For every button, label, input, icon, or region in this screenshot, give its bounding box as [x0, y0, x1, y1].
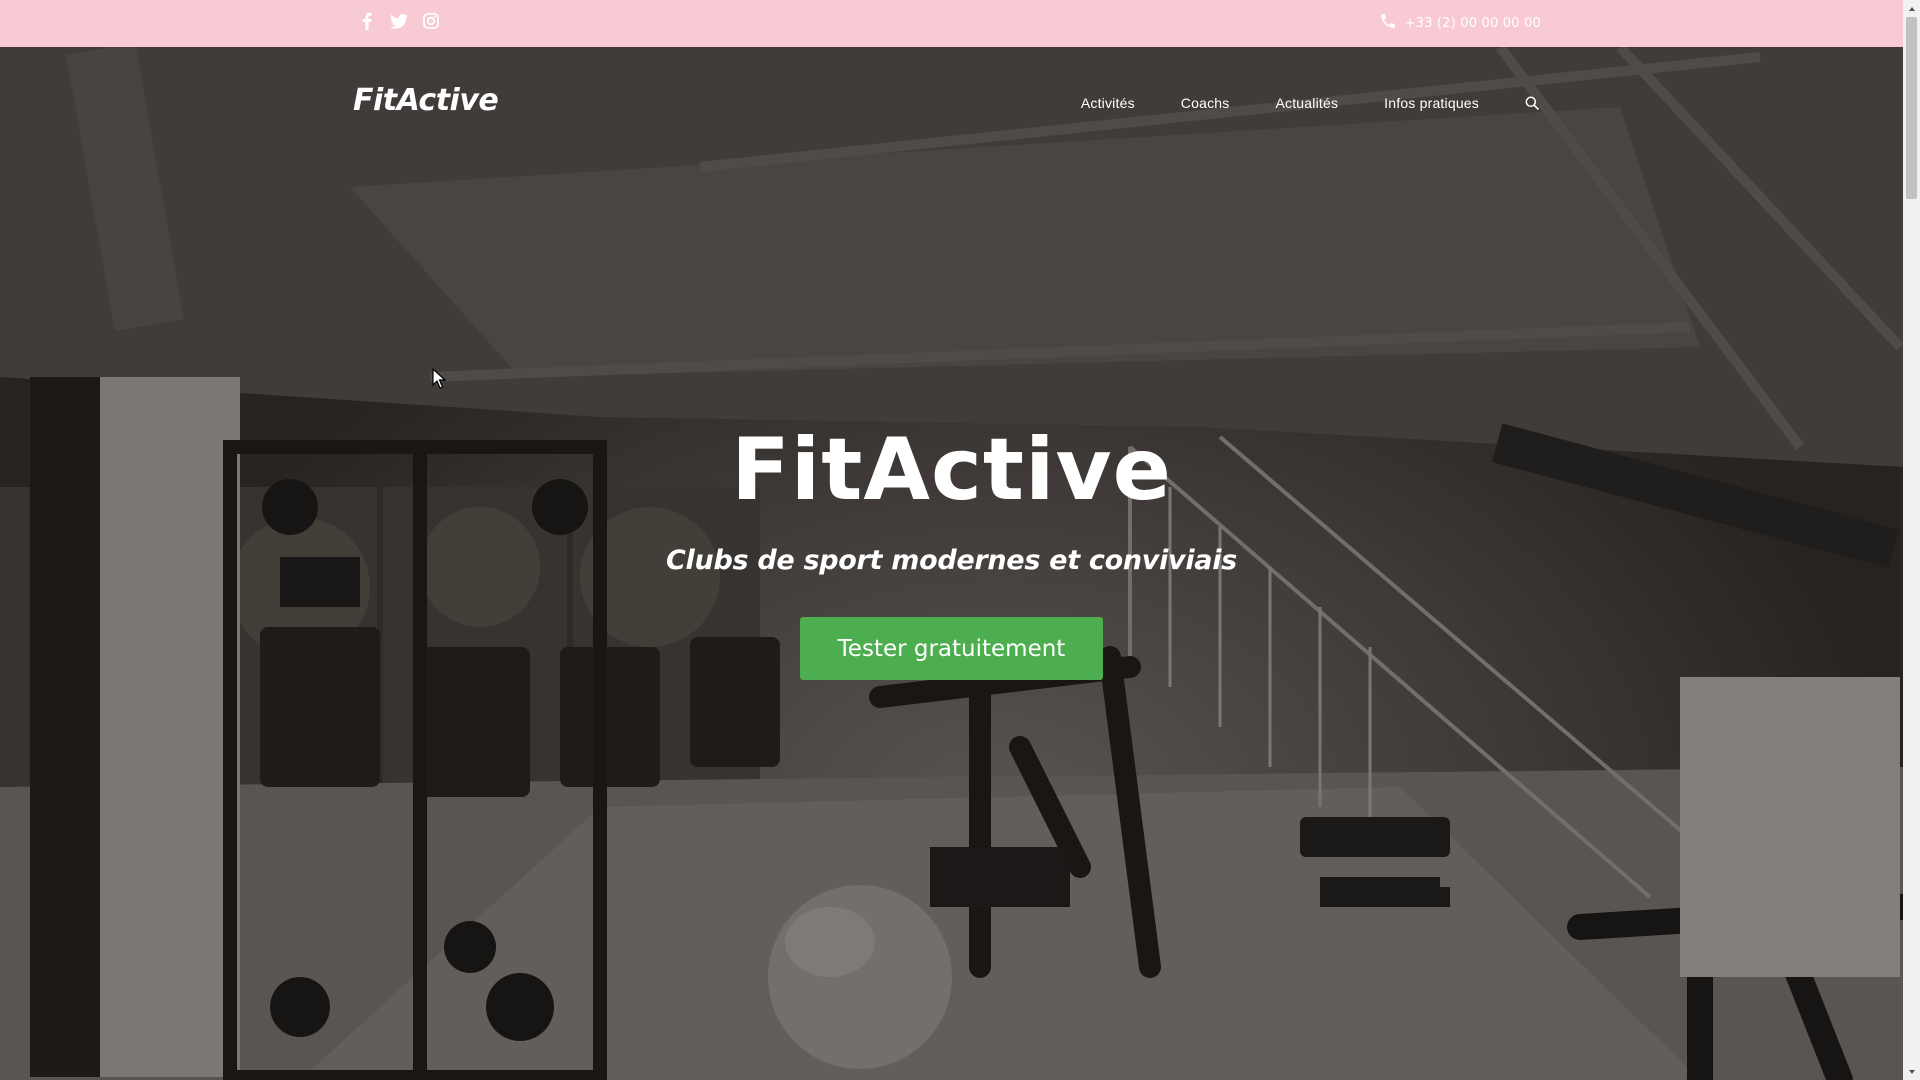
nav-item-actualites[interactable]: Actualités — [1275, 95, 1338, 111]
tester-gratuitement-button[interactable]: Tester gratuitement — [800, 617, 1103, 680]
scroll-up-icon[interactable] — [1903, 0, 1920, 17]
main-nav: Activités Coachs Actualités Infos pratiq… — [1035, 95, 1541, 111]
nav-item-coachs[interactable]: Coachs — [1181, 95, 1230, 111]
contact-phone: +33 (2) 00 00 00 00 — [1379, 12, 1541, 34]
hero-subtitle: Clubs de sport modernes et conviviais — [666, 545, 1237, 576]
scroll-down-icon[interactable] — [1903, 1063, 1920, 1080]
hero-title: FitActive — [731, 420, 1172, 520]
mouse-cursor-icon — [432, 368, 446, 389]
top-bar: +33 (2) 00 00 00 00 — [0, 0, 1903, 47]
phone-icon — [1379, 12, 1397, 34]
nav-item-activites[interactable]: Activités — [1081, 95, 1135, 111]
site-logo[interactable]: FitActive — [353, 83, 499, 118]
page: +33 (2) 00 00 00 00 FitActive Activités … — [0, 0, 1903, 1080]
facebook-icon[interactable] — [356, 10, 378, 32]
page-scrollbar[interactable] — [1903, 0, 1920, 1080]
nav-item-infos-pratiques[interactable]: Infos pratiques — [1384, 95, 1479, 111]
scrollbar-thumb[interactable] — [1906, 17, 1917, 199]
instagram-icon[interactable] — [420, 10, 442, 32]
search-icon[interactable] — [1525, 95, 1541, 111]
phone-number[interactable]: +33 (2) 00 00 00 00 — [1405, 16, 1541, 31]
social-links — [356, 10, 442, 32]
twitter-icon[interactable] — [388, 10, 410, 32]
